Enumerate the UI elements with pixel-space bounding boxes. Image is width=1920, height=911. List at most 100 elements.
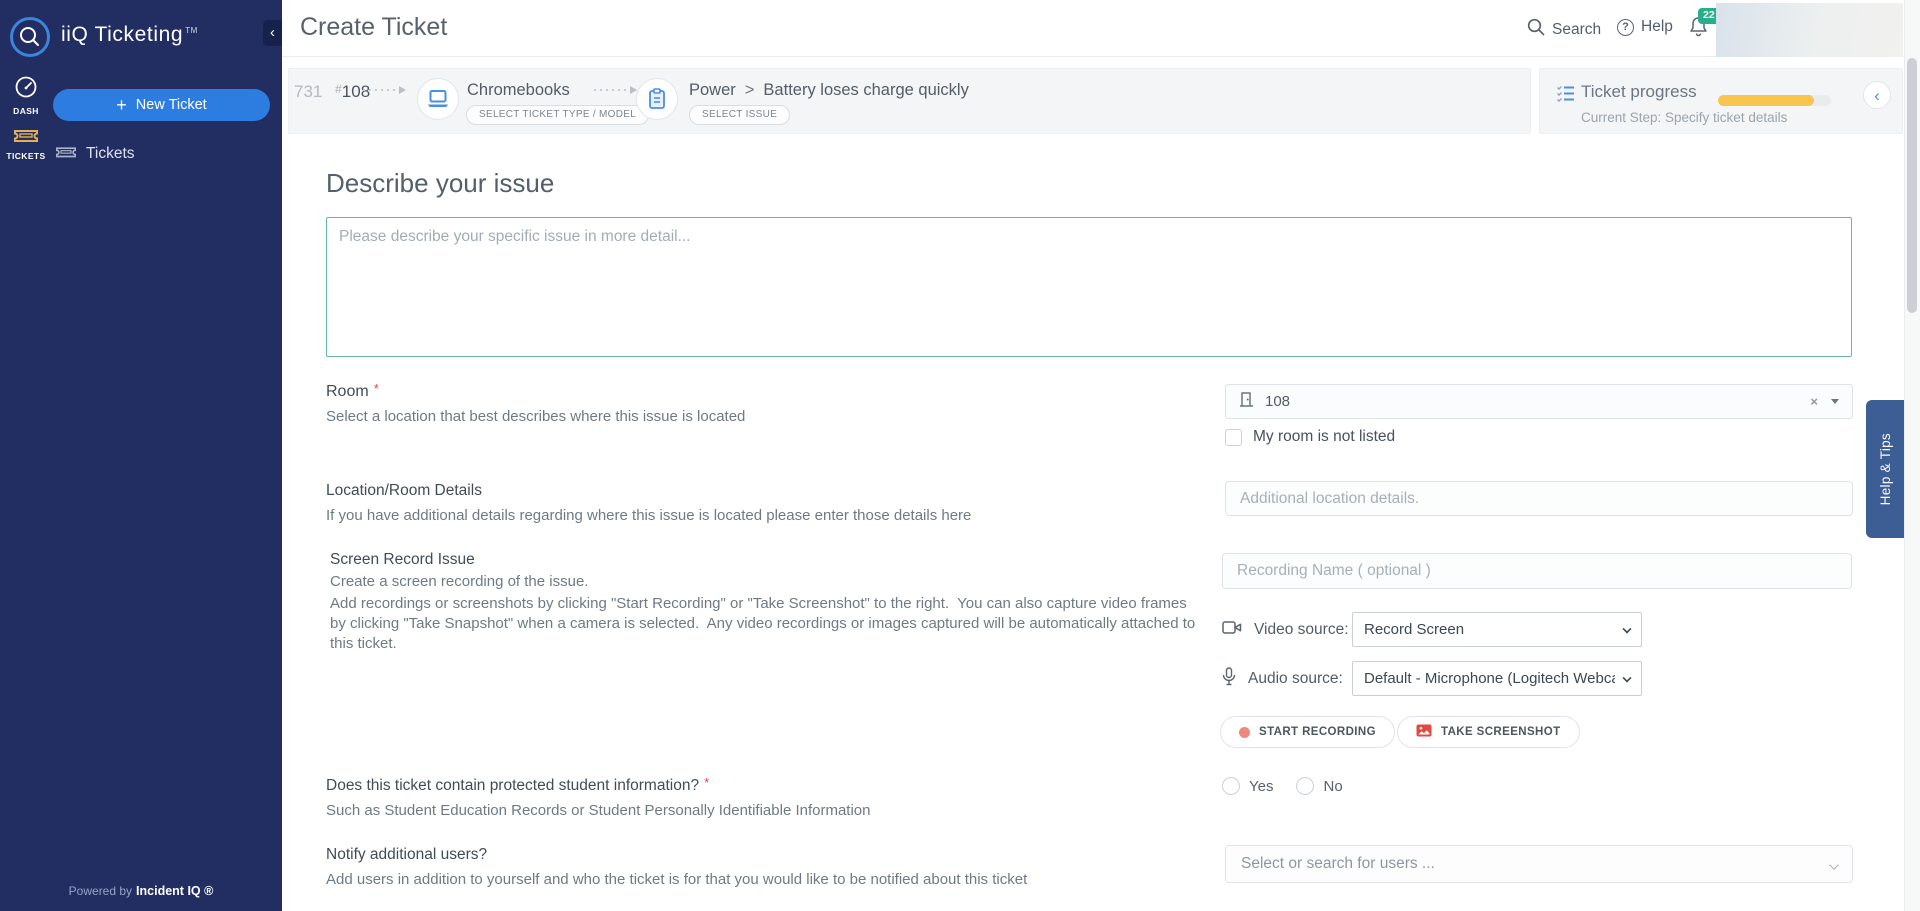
location-details-subtitle: If you have additional details regarding… — [326, 507, 971, 524]
start-recording-label: START RECORDING — [1259, 726, 1376, 738]
record-dot-icon — [1239, 727, 1250, 738]
sidebar-menu-tickets[interactable]: Tickets — [55, 144, 135, 164]
notify-users-placeholder: Select or search for users ... — [1241, 855, 1435, 873]
new-ticket-button[interactable]: + New Ticket — [53, 89, 270, 121]
dashboard-icon — [14, 86, 38, 103]
protected-info-subtitle: Such as Student Education Records or Stu… — [326, 802, 871, 819]
location-details-label: Location/Room Details — [326, 482, 482, 500]
laptop-icon — [417, 78, 459, 120]
ticket-progress-title: Ticket progress — [1581, 82, 1697, 102]
create-ticket-page: iiQ TicketingTM ‹ DASH + New Ticket — [0, 0, 1920, 911]
screen-record-label: Screen Record Issue — [330, 551, 475, 569]
wizard-step2-pill[interactable]: SELECT ISSUE — [689, 105, 790, 125]
tickets-rail-label: TICKETS — [6, 151, 46, 161]
video-source-value: Record Screen — [1364, 621, 1615, 638]
wizard-arrow-icon — [363, 86, 406, 94]
sidebar-collapse-button[interactable]: ‹ — [263, 20, 282, 46]
start-recording-button[interactable]: START RECORDING — [1220, 716, 1395, 748]
brand-title: iiQ TicketingTM — [61, 23, 198, 47]
protected-no-radio[interactable] — [1296, 777, 1314, 795]
notify-users-select[interactable]: Select or search for users ... — [1225, 845, 1853, 883]
microphone-icon — [1222, 667, 1236, 691]
video-source-row: Video source: — [1222, 612, 1349, 647]
ticket-icon — [13, 131, 39, 148]
ticket-outline-icon — [55, 144, 77, 164]
sidebar-item-tickets[interactable]: TICKETS — [6, 126, 46, 161]
audio-source-row: Audio source: — [1222, 661, 1343, 696]
room-not-listed-label: My room is not listed — [1253, 428, 1395, 446]
clipboard-icon — [636, 78, 678, 120]
wizard-step2-title: Power>Battery loses charge quickly — [689, 81, 969, 100]
help-tips-label: Help & Tips — [1878, 433, 1893, 505]
take-screenshot-button[interactable]: TAKE SCREENSHOT — [1397, 716, 1580, 748]
take-screenshot-label: TAKE SCREENSHOT — [1441, 726, 1561, 738]
issue-description-input[interactable] — [326, 217, 1852, 357]
protected-no-label: No — [1323, 778, 1342, 795]
checklist-icon — [1556, 84, 1576, 107]
page-title: Create Ticket — [300, 13, 447, 42]
chevron-down-icon — [1622, 673, 1631, 682]
caret-down-icon[interactable] — [1831, 399, 1839, 404]
form-heading: Describe your issue — [326, 168, 554, 199]
chevron-down-icon — [1622, 624, 1631, 633]
current-step-text: Current Step: Specify ticket details — [1581, 110, 1787, 125]
help-tips-tab[interactable]: Help & Tips — [1866, 400, 1904, 538]
required-asterisk: * — [374, 381, 379, 396]
wizard-ref: 731 #108 — [294, 82, 370, 102]
protected-yes-label: Yes — [1249, 778, 1273, 795]
new-ticket-label: New Ticket — [136, 97, 207, 113]
ticket-progress-fill — [1718, 95, 1814, 106]
clear-icon[interactable]: × — [1810, 394, 1818, 409]
help-label: Help — [1641, 18, 1673, 36]
help-button[interactable]: ? Help — [1617, 18, 1673, 36]
video-camera-icon — [1222, 620, 1242, 640]
collapse-progress-button[interactable]: ‹ — [1863, 81, 1891, 109]
audio-source-value: Default - Microphone (Logitech Webcam — [1364, 670, 1615, 687]
plus-icon: + — [116, 96, 127, 114]
recording-name-input[interactable] — [1222, 553, 1852, 589]
room-not-listed-checkbox[interactable] — [1225, 429, 1242, 446]
iiq-logo-icon[interactable] — [9, 16, 51, 58]
door-icon — [1239, 391, 1254, 413]
search-button[interactable]: Search — [1527, 18, 1601, 41]
room-not-listed-row: My room is not listed — [1225, 428, 1395, 446]
screen-record-description: Add recordings or screenshots by clickin… — [330, 594, 1196, 654]
protected-info-label: Does this ticket contain protected stude… — [326, 777, 709, 795]
ticket-wizard-bar: 731 #108 Chromebooks SELECT TICKET TYPE … — [288, 68, 1531, 134]
tickets-menu-label: Tickets — [86, 145, 135, 163]
scrollbar-thumb[interactable] — [1907, 58, 1917, 313]
powered-by: Powered byIncident IQ ® — [0, 884, 282, 898]
video-source-select[interactable]: Record Screen — [1352, 612, 1642, 647]
ticket-progress-bar — [1718, 95, 1831, 106]
notify-users-subtitle: Add users in addition to yourself and wh… — [326, 871, 1027, 888]
user-menu-area[interactable] — [1716, 3, 1903, 57]
dashboard-label: DASH — [6, 106, 46, 116]
sidebar: iiQ TicketingTM ‹ DASH + New Ticket — [0, 0, 282, 911]
trademark: TM — [185, 26, 198, 35]
video-source-label: Video source: — [1254, 621, 1349, 639]
room-select[interactable]: 108 × — [1225, 384, 1853, 419]
screenshot-image-icon — [1416, 724, 1432, 740]
wizard-arrow-icon — [594, 86, 637, 94]
room-subtitle: Select a location that best describes wh… — [326, 408, 745, 425]
location-details-input[interactable] — [1225, 481, 1853, 516]
audio-source-label: Audio source: — [1248, 670, 1343, 688]
chevron-left-icon: ‹ — [1874, 86, 1880, 105]
wizard-step1-title: Chromebooks — [467, 81, 570, 100]
screen-record-line1: Create a screen recording of the issue. — [330, 573, 588, 590]
protected-yes-radio[interactable] — [1222, 777, 1240, 795]
notify-users-label: Notify additional users? — [326, 846, 487, 864]
sidebar-item-dashboard[interactable]: DASH — [6, 75, 46, 116]
room-label: Room* — [326, 383, 379, 401]
room-select-value: 108 — [1265, 393, 1810, 410]
collapse-chevron-icon: ‹ — [270, 24, 275, 41]
required-asterisk: * — [704, 775, 709, 790]
search-label: Search — [1552, 21, 1601, 39]
chevron-down-icon — [1829, 860, 1839, 870]
ticket-progress-panel: Ticket progress ‹ Current Step: Specify … — [1539, 68, 1903, 134]
protected-info-radio-group: Yes No — [1222, 777, 1366, 795]
wizard-step1-pill[interactable]: SELECT TICKET TYPE / MODEL — [466, 105, 649, 125]
help-icon: ? — [1617, 19, 1634, 36]
audio-source-select[interactable]: Default - Microphone (Logitech Webcam — [1352, 661, 1642, 696]
search-icon — [1527, 18, 1545, 41]
